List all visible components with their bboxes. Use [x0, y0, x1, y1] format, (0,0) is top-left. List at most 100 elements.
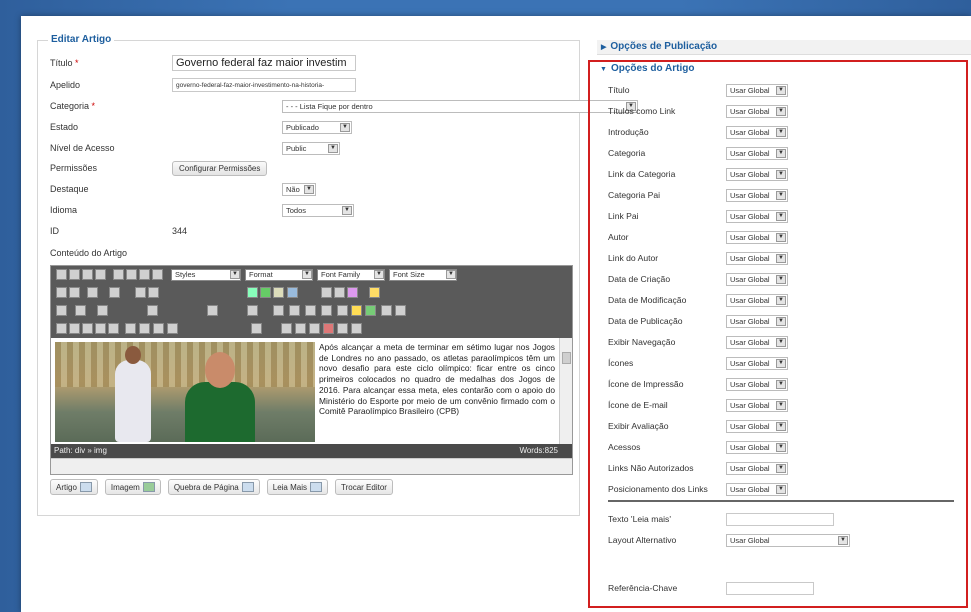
font-family-select[interactable]: Font Family ▼: [317, 269, 385, 281]
help-icon[interactable]: [334, 287, 345, 298]
media-icon[interactable]: [365, 305, 376, 316]
align-left-icon[interactable]: [113, 269, 124, 280]
article-option-select[interactable]: Usar Global ▼: [726, 188, 788, 202]
paste-word-icon[interactable]: [108, 323, 119, 334]
article-option-select[interactable]: Usar Global ▼: [726, 398, 788, 412]
image-icon[interactable]: [321, 287, 332, 298]
article-option-select[interactable]: Usar Global ▼: [726, 167, 788, 181]
subscript-icon[interactable]: [305, 305, 316, 316]
article-option-select[interactable]: Usar Global ▼: [726, 419, 788, 433]
article-option-select[interactable]: Usar Global ▼: [726, 314, 788, 328]
superscript-icon[interactable]: [321, 305, 332, 316]
title-input[interactable]: Governo federal faz maior investim: [172, 55, 356, 71]
format-select[interactable]: Format ▼: [245, 269, 313, 281]
state-select[interactable]: Publicado ▼: [282, 120, 352, 134]
insert-row-icon[interactable]: [147, 305, 158, 316]
font-size-select[interactable]: Font Size ▼: [389, 269, 457, 281]
paragraph-icon[interactable]: [295, 323, 306, 334]
styles-select[interactable]: Styles ▼: [171, 269, 241, 281]
outdent-icon[interactable]: [135, 287, 146, 298]
row-props-icon[interactable]: [75, 305, 86, 316]
anchor-icon[interactable]: [273, 287, 284, 298]
delete-col-icon[interactable]: [207, 305, 218, 316]
html-icon[interactable]: [287, 287, 298, 298]
article-options-header[interactable]: ▼ Opções do Artigo: [590, 62, 966, 76]
underline-icon[interactable]: [82, 269, 93, 280]
link-icon[interactable]: [247, 287, 258, 298]
article-option-select[interactable]: Usar Global ▼: [726, 83, 788, 97]
insert-layer-icon[interactable]: [139, 323, 150, 334]
fullscreen-icon[interactable]: [323, 323, 334, 334]
style-props-icon[interactable]: [251, 323, 262, 334]
ltr-icon[interactable]: [381, 305, 392, 316]
insert-image-button[interactable]: Imagem: [104, 479, 161, 495]
blockquote-icon[interactable]: [337, 323, 348, 334]
alt-layout-select[interactable]: Usar Global ▼: [726, 533, 850, 547]
scroll-thumb[interactable]: [562, 352, 571, 364]
template-icon[interactable]: [309, 323, 320, 334]
category-select[interactable]: - - - Lista Fique por dentro ▼: [282, 99, 638, 113]
text-color-icon[interactable]: [347, 287, 358, 298]
article-option-select[interactable]: Usar Global ▼: [726, 209, 788, 223]
featured-select[interactable]: Não ▼: [282, 182, 316, 196]
move-backward-icon[interactable]: [167, 323, 178, 334]
article-option-select[interactable]: Usar Global ▼: [726, 146, 788, 160]
read-more-button[interactable]: Leia Mais: [266, 479, 328, 495]
copy-icon[interactable]: [69, 323, 80, 334]
replace-icon[interactable]: [69, 287, 80, 298]
find-icon[interactable]: [56, 287, 67, 298]
article-option-select[interactable]: Usar Global ▼: [726, 272, 788, 286]
print-icon[interactable]: [351, 323, 362, 334]
bold-icon[interactable]: [56, 269, 67, 280]
numbered-list-icon[interactable]: [109, 287, 120, 298]
configure-permissions-button[interactable]: Configurar Permissões: [172, 160, 268, 176]
article-option-select[interactable]: Usar Global ▼: [726, 293, 788, 307]
article-option-select[interactable]: Usar Global ▼: [726, 482, 788, 496]
horizontal-rule-icon[interactable]: [247, 305, 258, 316]
paste-icon[interactable]: [82, 323, 93, 334]
special-char-icon[interactable]: [337, 305, 348, 316]
publishing-options-header[interactable]: ▶ Opções de Publicação: [597, 40, 971, 55]
article-option-select[interactable]: Usar Global ▼: [726, 356, 788, 370]
visual-aid-icon[interactable]: [289, 305, 300, 316]
editor-horizontal-scrollbar[interactable]: [51, 458, 572, 474]
editor-vertical-scrollbar[interactable]: [559, 338, 572, 444]
strikethrough-icon[interactable]: [95, 269, 106, 280]
article-option-select[interactable]: Usar Global ▼: [726, 251, 788, 265]
article-option-select[interactable]: Usar Global ▼: [726, 377, 788, 391]
access-select[interactable]: Public ▼: [282, 141, 340, 155]
article-option-select[interactable]: Usar Global ▼: [726, 440, 788, 454]
italic-icon[interactable]: [69, 269, 80, 280]
chevron-down-icon: ▼: [776, 190, 786, 200]
article-option-select[interactable]: Usar Global ▼: [726, 461, 788, 475]
align-center-icon[interactable]: [126, 269, 137, 280]
align-justify-icon[interactable]: [152, 269, 163, 280]
table-icon[interactable]: [56, 305, 67, 316]
editor-content-area[interactable]: Após alcançar a meta de terminar em séti…: [51, 338, 559, 444]
toggle-editor-button[interactable]: Trocar Editor: [335, 479, 393, 495]
cut-icon[interactable]: [56, 323, 67, 334]
insert-article-button[interactable]: Artigo: [50, 479, 98, 495]
align-right-icon[interactable]: [139, 269, 150, 280]
cite-icon[interactable]: [281, 323, 292, 334]
select-all-icon[interactable]: [125, 323, 136, 334]
alias-input[interactable]: governo-federal-faz-maior-investimento-n…: [172, 78, 356, 92]
highlight-color-icon[interactable]: [369, 287, 380, 298]
indent-icon[interactable]: [148, 287, 159, 298]
language-select[interactable]: Todos ▼: [282, 203, 354, 217]
article-option-select[interactable]: Usar Global ▼: [726, 335, 788, 349]
article-option-select[interactable]: Usar Global ▼: [726, 104, 788, 118]
article-option-select[interactable]: Usar Global ▼: [726, 230, 788, 244]
remove-format-icon[interactable]: [273, 305, 284, 316]
move-forward-icon[interactable]: [153, 323, 164, 334]
key-reference-input[interactable]: [726, 581, 814, 595]
rtl-icon[interactable]: [395, 305, 406, 316]
unlink-icon[interactable]: [260, 287, 271, 298]
paste-text-icon[interactable]: [95, 323, 106, 334]
emoticon-icon[interactable]: [351, 305, 362, 316]
bullet-list-icon[interactable]: [87, 287, 98, 298]
cell-props-icon[interactable]: [97, 305, 108, 316]
page-break-button[interactable]: Quebra de Página: [167, 479, 260, 495]
read-more-text-input[interactable]: [726, 512, 834, 526]
article-option-select[interactable]: Usar Global ▼: [726, 125, 788, 139]
